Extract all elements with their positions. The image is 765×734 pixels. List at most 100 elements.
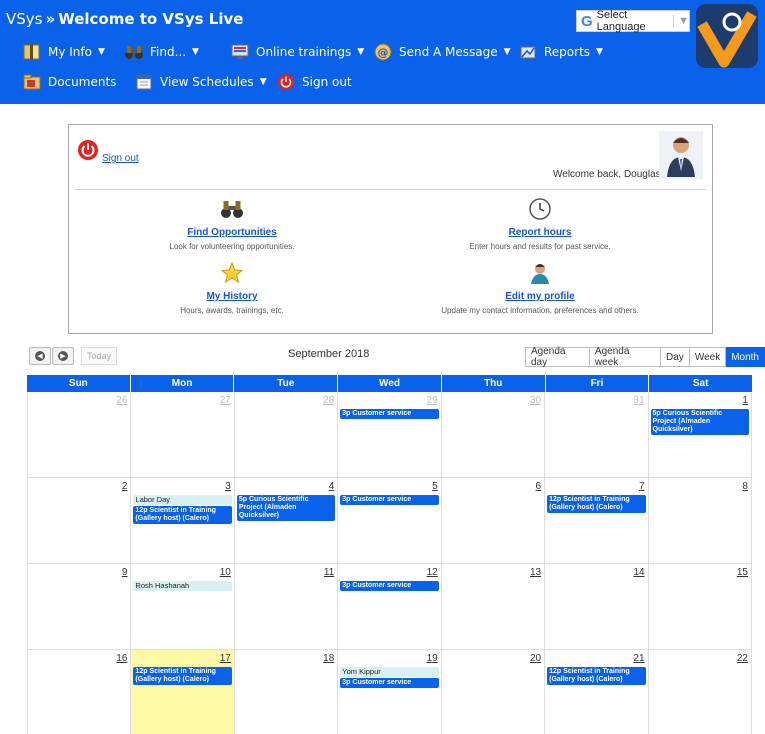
calendar-day-cell[interactable]: 4 5p Curious Scientific Project (Almaden … bbox=[234, 478, 339, 564]
nav-send-message[interactable]: @ Send A Message ▼ bbox=[373, 43, 511, 61]
find-opportunities-link[interactable]: Find Opportunities bbox=[107, 227, 357, 238]
holiday-event[interactable]: Labor Day bbox=[133, 495, 232, 505]
calendar-day-cell[interactable]: 14 bbox=[545, 564, 649, 650]
calendar-event[interactable]: 3p Customer service bbox=[340, 409, 439, 419]
holiday-event[interactable]: Yom Kippur bbox=[340, 667, 439, 677]
calendar-event[interactable]: 12p Scientist in Training (Gallery host)… bbox=[547, 495, 646, 513]
day-number[interactable]: 27 bbox=[220, 395, 231, 406]
report-hours-link[interactable]: Report hours bbox=[415, 227, 665, 238]
view-agenda-week-button[interactable]: Agenda week bbox=[589, 346, 662, 368]
event-title: Curious Scientific Project (Almaden Quic… bbox=[652, 410, 723, 433]
event-title: Customer service bbox=[352, 582, 412, 589]
nav-view-schedules[interactable]: View Schedules ▼ bbox=[134, 73, 267, 91]
my-history-link[interactable]: My History bbox=[107, 291, 357, 302]
nav-documents-label: Documents bbox=[48, 75, 117, 89]
nav-find[interactable]: Find... ▼ bbox=[124, 43, 199, 61]
site-brand[interactable]: VSys» Welcome to VSys Live bbox=[6, 10, 243, 28]
holiday-event[interactable]: Rosh Hashanah bbox=[133, 581, 232, 591]
view-day-button[interactable]: Day bbox=[661, 347, 690, 367]
day-number[interactable]: 15 bbox=[737, 567, 748, 578]
calendar-day-cell[interactable]: 8 bbox=[648, 478, 752, 564]
day-number[interactable]: 10 bbox=[220, 567, 231, 578]
day-number[interactable]: 17 bbox=[220, 653, 231, 664]
day-number[interactable]: 18 bbox=[323, 653, 334, 664]
calendar-day-cell[interactable]: 11 bbox=[234, 564, 339, 650]
day-number[interactable]: 12 bbox=[427, 567, 438, 578]
day-number[interactable]: 21 bbox=[633, 653, 644, 664]
day-number[interactable]: 3 bbox=[225, 481, 231, 492]
calendar-event[interactable]: 5p Curious Scientific Project (Almaden Q… bbox=[236, 495, 336, 521]
calendar-day-cell[interactable]: 3 Labor Day 12p Scientist in Training (Gal… bbox=[131, 478, 235, 564]
calendar-day-cell[interactable]: 16 bbox=[27, 650, 132, 734]
calendar-day-cell[interactable]: 30 bbox=[441, 392, 546, 478]
calendar-day-cell[interactable]: 20 bbox=[442, 650, 546, 734]
day-number[interactable]: 22 bbox=[737, 653, 748, 664]
day-number[interactable]: 20 bbox=[530, 653, 541, 664]
day-events: 3p Customer service bbox=[340, 581, 439, 592]
day-number[interactable]: 11 bbox=[324, 567, 334, 578]
day-number[interactable]: 1 bbox=[742, 395, 748, 406]
today-button[interactable]: Today bbox=[81, 347, 117, 365]
calendar-day-cell[interactable]: 18 bbox=[235, 650, 339, 734]
sign-out-link[interactable]: Sign out bbox=[102, 153, 139, 164]
calendar-day-cell[interactable]: 28 bbox=[234, 392, 339, 478]
nav-reports[interactable]: Reports ▼ bbox=[518, 43, 603, 61]
calendar-day-cell[interactable]: 26 bbox=[27, 392, 132, 478]
calendar-day-cell[interactable]: 15 bbox=[648, 564, 752, 650]
calendar-day-cell[interactable]: 12 3p Customer service bbox=[338, 564, 442, 650]
power-icon bbox=[276, 73, 296, 91]
calendar-day-cell[interactable]: 1 5p Curious Scientific Project (Almaden … bbox=[648, 392, 752, 478]
language-select[interactable]: G Select Language ▼ bbox=[576, 9, 690, 33]
day-number[interactable]: 28 bbox=[323, 395, 334, 406]
calendar-day-cell[interactable]: 2 bbox=[27, 478, 132, 564]
view-agenda-day-button[interactable]: Agenda day bbox=[525, 346, 590, 368]
calendar-day-cell[interactable]: 29 3p Customer service bbox=[338, 392, 442, 478]
calendar-event[interactable]: 12p Scientist in Training (Gallery host)… bbox=[133, 667, 232, 685]
edit-profile-link[interactable]: Edit my profile bbox=[415, 291, 665, 302]
calendar-day-cell[interactable]: 19 Yom Kippur 3p Customer service bbox=[338, 650, 442, 734]
nav-online-trainings[interactable]: Online trainings ▼ bbox=[230, 43, 364, 61]
day-number[interactable]: 2 bbox=[122, 481, 128, 492]
calendar-day-cell[interactable]: 9 bbox=[27, 564, 132, 650]
calendar-day-cell[interactable]: 6 bbox=[441, 478, 546, 564]
calendar-event[interactable]: 5p Curious Scientific Project (Almaden Q… bbox=[650, 409, 749, 435]
day-number[interactable]: 13 bbox=[530, 567, 541, 578]
calendar-day-cell[interactable]: 10 Rosh Hashanah bbox=[131, 564, 235, 650]
calendar-day-cell[interactable]: 21 12p Scientist in Training (Gallery hos… bbox=[545, 650, 649, 734]
day-number[interactable]: 16 bbox=[116, 653, 127, 664]
calendar-day-cell[interactable]: 5 3p Customer service bbox=[338, 478, 442, 564]
day-number[interactable]: 30 bbox=[530, 395, 541, 406]
view-week-button[interactable]: Week bbox=[689, 347, 727, 367]
calendar-event[interactable]: 3p Customer service bbox=[340, 581, 439, 591]
calendar-day-cell[interactable]: 27 bbox=[131, 392, 235, 478]
day-number[interactable]: 9 bbox=[122, 567, 128, 578]
calendar-day-cell[interactable]: 13 bbox=[441, 564, 546, 650]
calendar-event[interactable]: 12p Scientist in Training (Gallery host)… bbox=[133, 506, 232, 524]
day-number[interactable]: 14 bbox=[633, 567, 644, 578]
nav-my-info[interactable]: My Info ▼ bbox=[22, 43, 105, 61]
day-number[interactable]: 5 bbox=[432, 481, 438, 492]
view-month-button[interactable]: Month bbox=[726, 347, 765, 367]
prev-month-button[interactable]: ◀ bbox=[29, 347, 51, 365]
day-number[interactable]: 6 bbox=[536, 481, 542, 492]
calendar-day-cell[interactable]: 7 12p Scientist in Training (Gallery host… bbox=[545, 478, 649, 564]
nav-documents[interactable]: Documents bbox=[22, 73, 116, 91]
day-number[interactable]: 29 bbox=[427, 395, 438, 406]
vsys-logo[interactable] bbox=[696, 4, 758, 68]
book-icon bbox=[22, 43, 42, 61]
calendar-day-cell[interactable]: 31 bbox=[545, 392, 649, 478]
calendar-event[interactable]: 12p Scientist in Training (Gallery host)… bbox=[547, 667, 646, 685]
panel-sign-out[interactable]: Sign out bbox=[77, 139, 139, 166]
calendar-event[interactable]: 3p Customer service bbox=[340, 495, 439, 505]
calendar-day-cell[interactable]: 22 bbox=[649, 650, 752, 734]
day-number[interactable]: 31 bbox=[633, 395, 644, 406]
day-number[interactable]: 19 bbox=[427, 653, 438, 664]
calendar-day-cell[interactable]: 17 12p Scientist in Training (Gallery hos… bbox=[131, 650, 235, 734]
day-number[interactable]: 4 bbox=[329, 481, 335, 492]
day-number[interactable]: 8 bbox=[742, 481, 748, 492]
nav-sign-out[interactable]: Sign out bbox=[276, 73, 352, 91]
day-number[interactable]: 26 bbox=[116, 395, 127, 406]
next-month-button[interactable]: ▶ bbox=[52, 347, 74, 365]
calendar-event[interactable]: 3p Customer service bbox=[340, 678, 439, 688]
day-number[interactable]: 7 bbox=[639, 481, 645, 492]
